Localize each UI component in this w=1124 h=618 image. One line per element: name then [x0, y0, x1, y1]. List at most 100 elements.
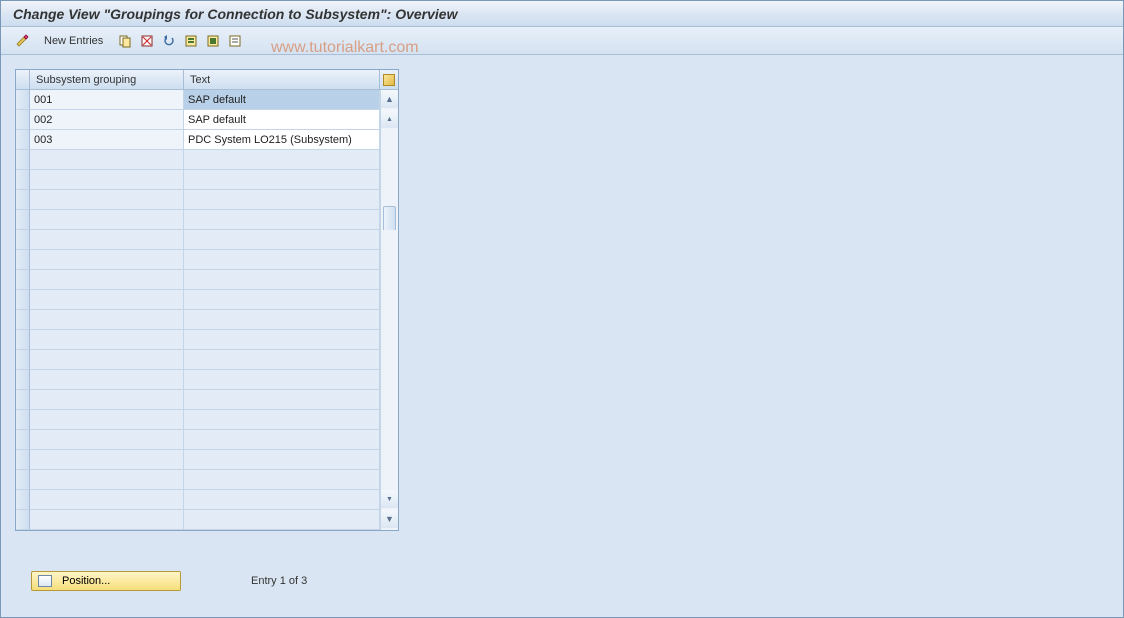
- row-selector[interactable]: [16, 190, 30, 210]
- table-row[interactable]: 003PDC System LO215 (Subsystem): [16, 130, 398, 150]
- row-selector[interactable]: [16, 90, 30, 110]
- row-selector[interactable]: [16, 230, 30, 250]
- table-row[interactable]: [16, 210, 398, 230]
- cell-text[interactable]: SAP default: [184, 110, 380, 130]
- table-row[interactable]: [16, 390, 398, 410]
- table-row[interactable]: [16, 410, 398, 430]
- cell-grouping[interactable]: [30, 250, 184, 270]
- cell-grouping[interactable]: [30, 150, 184, 170]
- table-settings-icon[interactable]: [380, 70, 398, 90]
- row-selector[interactable]: [16, 170, 30, 190]
- cell-text[interactable]: [184, 370, 380, 390]
- cell-text[interactable]: [184, 170, 380, 190]
- cell-text[interactable]: [184, 390, 380, 410]
- table-row[interactable]: [16, 470, 398, 490]
- row-selector[interactable]: [16, 150, 30, 170]
- cell-grouping[interactable]: 002: [30, 110, 184, 130]
- cell-grouping[interactable]: [30, 450, 184, 470]
- table-row[interactable]: [16, 170, 398, 190]
- scroll-thumb[interactable]: [383, 206, 396, 232]
- undo-icon[interactable]: [160, 32, 178, 50]
- row-selector[interactable]: [16, 310, 30, 330]
- copy-icon[interactable]: [116, 32, 134, 50]
- cell-grouping[interactable]: 001: [30, 90, 184, 110]
- cell-text[interactable]: SAP default: [184, 90, 380, 110]
- row-selector[interactable]: [16, 270, 30, 290]
- cell-grouping[interactable]: 003: [30, 130, 184, 150]
- table-row[interactable]: 002SAP default▲: [16, 110, 398, 130]
- cell-grouping[interactable]: [30, 190, 184, 210]
- cell-text[interactable]: [184, 210, 380, 230]
- cell-text[interactable]: [184, 150, 380, 170]
- cell-text[interactable]: [184, 470, 380, 490]
- table-row[interactable]: [16, 250, 398, 270]
- cell-text[interactable]: PDC System LO215 (Subsystem): [184, 130, 380, 150]
- table-row[interactable]: [16, 310, 398, 330]
- cell-text[interactable]: [184, 490, 380, 510]
- cell-text[interactable]: [184, 450, 380, 470]
- cell-grouping[interactable]: [30, 370, 184, 390]
- cell-grouping[interactable]: [30, 490, 184, 510]
- select-all-header[interactable]: [16, 70, 30, 90]
- row-selector[interactable]: [16, 410, 30, 430]
- cell-text[interactable]: [184, 190, 380, 210]
- row-selector[interactable]: [16, 490, 30, 510]
- cell-grouping[interactable]: [30, 470, 184, 490]
- row-selector[interactable]: [16, 130, 30, 150]
- cell-grouping[interactable]: [30, 230, 184, 250]
- cell-grouping[interactable]: [30, 170, 184, 190]
- cell-text[interactable]: [184, 430, 380, 450]
- scroll-up-icon[interactable]: ▲: [381, 90, 398, 108]
- deselect-all-icon[interactable]: [226, 32, 244, 50]
- cell-grouping[interactable]: [30, 270, 184, 290]
- table-row[interactable]: [16, 190, 398, 210]
- table-row[interactable]: ▼: [16, 510, 398, 530]
- cell-grouping[interactable]: [30, 330, 184, 350]
- row-selector[interactable]: [16, 110, 30, 130]
- scroll-page-up-icon[interactable]: ▲: [381, 110, 398, 128]
- table-row[interactable]: [16, 430, 398, 450]
- row-selector[interactable]: [16, 250, 30, 270]
- row-selector[interactable]: [16, 470, 30, 490]
- cell-text[interactable]: [184, 330, 380, 350]
- table-row[interactable]: [16, 230, 398, 250]
- row-selector[interactable]: [16, 210, 30, 230]
- scroll-down-icon[interactable]: ▼: [381, 510, 398, 528]
- row-selector[interactable]: [16, 350, 30, 370]
- table-row[interactable]: ▼: [16, 490, 398, 510]
- cell-grouping[interactable]: [30, 350, 184, 370]
- column-header-text[interactable]: Text: [184, 70, 380, 90]
- select-block-icon[interactable]: [204, 32, 222, 50]
- cell-grouping[interactable]: [30, 390, 184, 410]
- table-row[interactable]: 001SAP default▲: [16, 90, 398, 110]
- cell-grouping[interactable]: [30, 410, 184, 430]
- cell-grouping[interactable]: [30, 210, 184, 230]
- cell-text[interactable]: [184, 230, 380, 250]
- position-button[interactable]: Position...: [31, 571, 181, 591]
- row-selector[interactable]: [16, 430, 30, 450]
- row-selector[interactable]: [16, 330, 30, 350]
- row-selector[interactable]: [16, 390, 30, 410]
- row-selector[interactable]: [16, 510, 30, 530]
- row-selector[interactable]: [16, 370, 30, 390]
- cell-text[interactable]: [184, 270, 380, 290]
- table-row[interactable]: [16, 330, 398, 350]
- column-header-grouping[interactable]: Subsystem grouping: [30, 70, 184, 90]
- select-all-icon[interactable]: [182, 32, 200, 50]
- row-selector[interactable]: [16, 450, 30, 470]
- cell-grouping[interactable]: [30, 310, 184, 330]
- table-row[interactable]: [16, 370, 398, 390]
- cell-text[interactable]: [184, 510, 380, 530]
- cell-text[interactable]: [184, 350, 380, 370]
- table-row[interactable]: [16, 290, 398, 310]
- toggle-change-icon[interactable]: [13, 32, 31, 50]
- cell-text[interactable]: [184, 410, 380, 430]
- cell-grouping[interactable]: [30, 510, 184, 530]
- cell-grouping[interactable]: [30, 290, 184, 310]
- cell-text[interactable]: [184, 250, 380, 270]
- scroll-page-down-icon[interactable]: ▼: [381, 490, 398, 508]
- row-selector[interactable]: [16, 290, 30, 310]
- table-row[interactable]: [16, 350, 398, 370]
- table-row[interactable]: [16, 270, 398, 290]
- table-row[interactable]: [16, 150, 398, 170]
